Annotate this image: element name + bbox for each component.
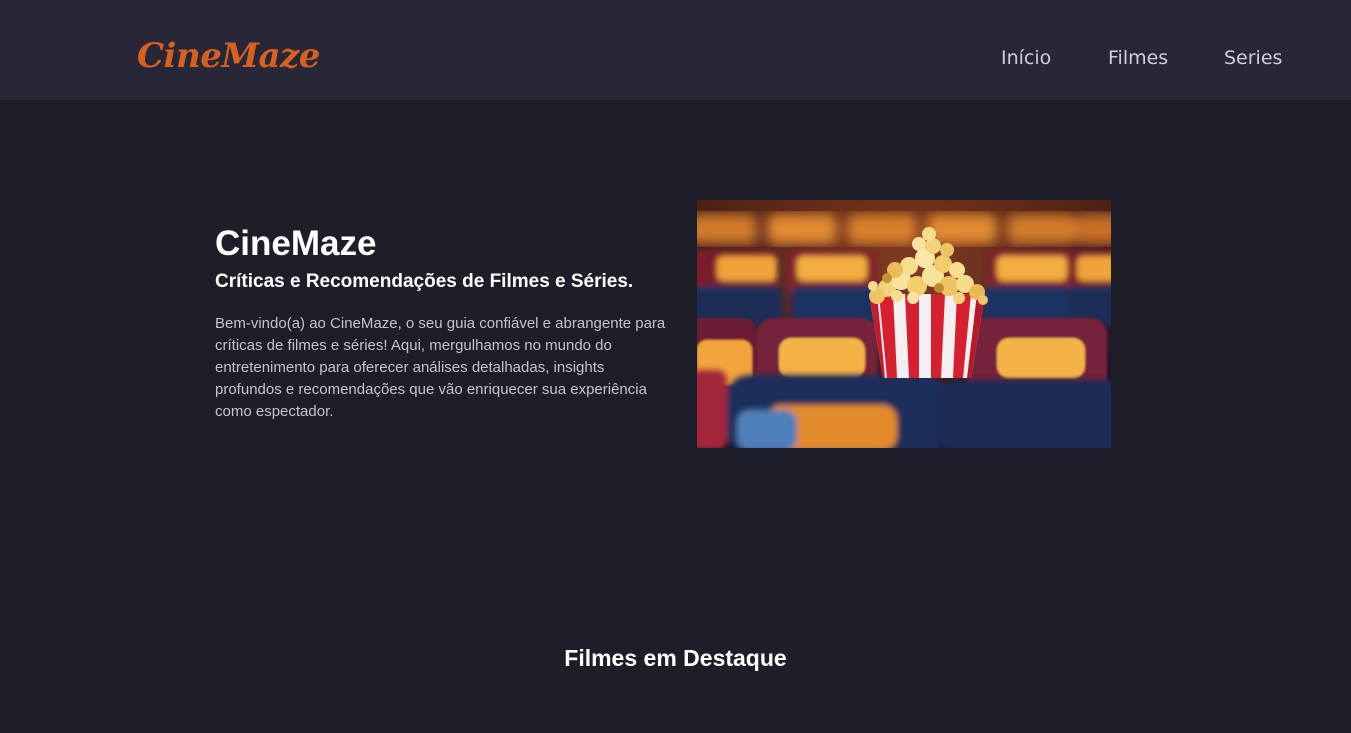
hero-title: CineMaze	[215, 224, 377, 263]
nav-link-series[interactable]: Series	[1224, 46, 1282, 70]
hero-text: CineMaze Críticas e Recomendações de Fil…	[215, 224, 675, 423]
navbar: CineMaze Início Filmes Series	[0, 0, 1351, 100]
hero-subtitle: Críticas e Recomendações de Filmes e Sér…	[215, 271, 634, 292]
logo[interactable]: CineMaze	[137, 34, 320, 78]
hero-description: Bem-vindo(a) ao CineMaze, o seu guia con…	[215, 315, 666, 420]
featured-movies-title: Filmes em Destaque	[564, 645, 787, 671]
nav-link-inicio[interactable]: Início	[1001, 46, 1051, 70]
nav-link-filmes[interactable]: Filmes	[1108, 46, 1168, 70]
hero-image-popcorn	[697, 200, 1111, 448]
